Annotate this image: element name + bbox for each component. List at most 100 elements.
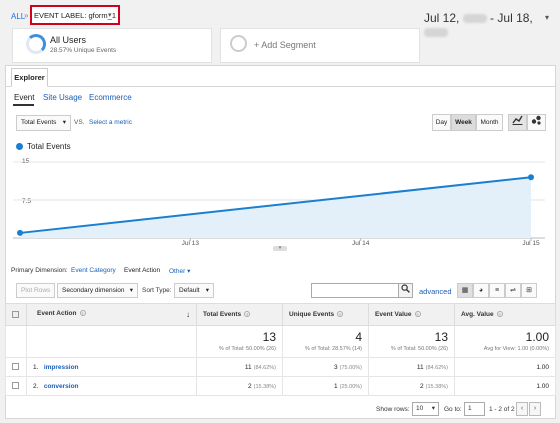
breadcrumb-separator: » — [24, 11, 29, 20]
row-checkbox-cell[interactable] — [5, 357, 27, 377]
total-sub: % of Total: 28.57% (14) — [304, 346, 362, 352]
segment-title: All Users — [50, 35, 87, 45]
comparison-view-icon[interactable]: ⇌ — [505, 283, 521, 298]
pie-view-icon[interactable]: ◕ — [473, 283, 489, 298]
x-tick-label: Jul 13 — [182, 240, 200, 247]
total-value: 13 — [262, 330, 276, 344]
breadcrumb-event-label[interactable]: EVENT LABEL: gform_1 — [34, 11, 116, 20]
x-tick-label: Jul 15 — [522, 240, 540, 247]
header-unique-events[interactable]: Unique Events? — [282, 303, 369, 326]
row-value: 11 — [416, 363, 424, 371]
chart-collapse-handle[interactable]: ▾ — [273, 246, 287, 251]
show-rows-select[interactable]: 10 ▾ — [412, 402, 439, 416]
row-event-value: 2 (15.38%) — [368, 376, 455, 396]
motion-chart-icon[interactable] — [527, 114, 546, 131]
performance-view-icon[interactable]: ≡ — [489, 283, 505, 298]
help-icon[interactable]: ? — [337, 311, 344, 318]
x-tick-label: Jul 14 — [352, 240, 370, 247]
row-value-pct: (15.38%) — [425, 383, 448, 390]
show-rows-value: 10 — [416, 405, 424, 412]
tab-divider — [5, 86, 556, 87]
chevron-down-icon: ▾ — [62, 119, 66, 126]
row-event-action-cell: 2. conversion — [26, 376, 197, 396]
add-segment-label: + Add Segment — [254, 40, 316, 50]
chart-data-point[interactable] — [528, 174, 534, 181]
table-view-icon[interactable]: ▦ — [457, 283, 473, 298]
goto-input[interactable]: 1 — [464, 402, 485, 416]
chevron-down-icon[interactable]: ▾ — [545, 13, 549, 22]
report-table: Event Action? ↓ Total Events? Unique Eve… — [5, 303, 556, 396]
dimension-event-action[interactable]: Event Action — [124, 267, 160, 274]
period-week-button[interactable]: Week — [451, 114, 476, 131]
row-event-action-link[interactable]: impression — [44, 364, 79, 371]
metric-select[interactable]: Total Events ▾ — [16, 115, 71, 131]
dimension-other[interactable]: Other ▾ — [169, 267, 190, 275]
total-sub: Avg for View: 1.00 (0.00%) — [483, 346, 549, 352]
row-checkbox-cell[interactable] — [5, 376, 27, 396]
table-search-input[interactable] — [311, 283, 399, 298]
prev-page-icon[interactable]: ‹ — [516, 402, 528, 416]
table-header-row: Event Action? ↓ Total Events? Unique Eve… — [5, 303, 556, 326]
row-value: 2 — [420, 382, 424, 390]
totals-unique-events: 4 % of Total: 28.57% (14) — [282, 325, 369, 358]
row-total-value: 11 — [244, 363, 252, 371]
header-total-events-label: Total Events — [203, 311, 242, 318]
dimension-event-category[interactable]: Event Category — [71, 267, 116, 274]
select-all-checkbox[interactable] — [12, 310, 19, 318]
row-index: 1. — [33, 363, 39, 371]
totals-total-events: 13 % of Total: 50.00% (26) — [196, 325, 283, 358]
row-total-pct: (15.38%) — [253, 383, 276, 390]
segment-subtitle: 28.57% Unique Events — [50, 47, 117, 54]
row-checkbox[interactable] — [12, 382, 19, 390]
period-day-button[interactable]: Day — [432, 114, 451, 131]
help-icon[interactable]: ? — [244, 311, 251, 318]
plot-rows-button[interactable]: Plot Rows — [16, 283, 56, 298]
line-chart-icon[interactable] — [508, 114, 527, 131]
help-icon[interactable]: ? — [414, 311, 421, 318]
segment-donut-icon — [26, 34, 46, 54]
row-checkbox[interactable] — [12, 363, 19, 371]
chart-data-point[interactable] — [17, 229, 23, 236]
subtab-event[interactable]: Event — [14, 93, 34, 102]
chevron-down-icon: ▾ — [205, 287, 209, 294]
header-event-action[interactable]: Event Action? ↓ — [26, 303, 197, 326]
help-icon[interactable]: ? — [79, 310, 86, 317]
row-unique-value: 3 — [334, 363, 338, 371]
header-avg-value[interactable]: Avg. Value? — [454, 303, 556, 326]
row-event-action-cell: 1. impression — [26, 357, 197, 377]
total-value: 13 — [434, 330, 448, 344]
next-page-icon[interactable]: › — [529, 402, 541, 416]
select-metric-link[interactable]: Select a metric — [89, 119, 132, 126]
sort-arrow-icon[interactable]: ↓ — [186, 310, 190, 319]
row-event-action-link[interactable]: conversion — [44, 383, 79, 390]
date-end: Jul 18, — [497, 11, 533, 25]
help-icon[interactable]: ? — [496, 311, 503, 318]
date-start: Jul 12, — [424, 11, 460, 25]
subtab-ecommerce[interactable]: Ecommerce — [89, 93, 132, 102]
total-events-chart: Jul 13 Jul 14 Jul 15 — [13, 161, 545, 247]
add-segment-button[interactable] — [220, 28, 420, 63]
header-select-all[interactable] — [5, 303, 27, 326]
search-icon[interactable] — [398, 283, 413, 298]
chevron-down-icon[interactable]: ▾ — [108, 11, 112, 19]
header-total-events[interactable]: Total Events? — [196, 303, 283, 326]
row-value-pct: (84.62%) — [425, 364, 448, 371]
show-rows-label: Show rows: — [376, 406, 410, 413]
header-unique-events-label: Unique Events — [289, 311, 335, 318]
header-event-value[interactable]: Event Value? — [368, 303, 455, 326]
date-range-picker[interactable]: Jul 12, - Jul 18, — [424, 11, 560, 39]
pivot-view-icon[interactable]: ⊞ — [521, 283, 537, 298]
advanced-filter-link[interactable]: advanced — [419, 287, 452, 296]
redacted-year-end — [424, 28, 448, 38]
total-sub: % of Total: 50.00% (26) — [390, 346, 448, 352]
redacted-year-start — [462, 14, 487, 24]
row-event-value: 11 (84.62%) — [368, 357, 455, 377]
vs-label: VS. — [74, 119, 85, 126]
secondary-dimension-select[interactable]: Secondary dimension ▾ — [57, 283, 138, 298]
total-value: 4 — [355, 330, 362, 344]
subtab-site-usage[interactable]: Site Usage — [43, 93, 82, 102]
period-month-button[interactable]: Month — [476, 114, 503, 131]
tab-explorer[interactable]: Explorer — [11, 68, 48, 87]
sort-type-select[interactable]: Default ▾ — [174, 283, 214, 298]
primary-dimension-label: Primary Dimension: — [11, 267, 68, 274]
